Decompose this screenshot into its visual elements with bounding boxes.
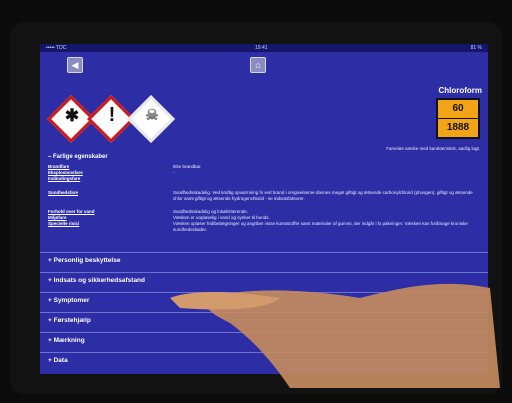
exclamation-glyph: ! [108, 104, 116, 126]
battery-label: 81 % [470, 45, 482, 51]
un-number: 1888 [446, 122, 470, 133]
status-bar: ••••• TDC 19:41 81 % [40, 44, 488, 52]
property-label[interactable]: Specielle risici [48, 221, 158, 227]
accordion-label: Mærkning [53, 337, 85, 344]
property-row: Sundhedsfare Sundhedsskadelig. Ved kraft… [48, 190, 478, 209]
carrier-label: ••••• TDC [46, 45, 67, 51]
section-title: Farlige egenskaber [53, 154, 108, 160]
accordion-label: Data [53, 357, 68, 364]
property-value: Sundhedsskadelig. Ved kraftig opvarmning… [173, 190, 473, 201]
property-row: Indåndingsfare [48, 176, 478, 190]
substance-description: Farveløs væske med karakteristisk, sødli… [386, 146, 480, 151]
kemler-code: 60 [438, 100, 478, 119]
hazard-pictograms: ✱ ! ☠ [46, 94, 176, 144]
accordion-label: Personlig beskyttelse [53, 257, 121, 264]
accordion-label: Symptomer [53, 297, 90, 304]
property-label[interactable]: Sundhedsfare [48, 190, 158, 196]
skull-glyph: ☠ [145, 107, 159, 124]
property-label[interactable]: Indåndingsfare [48, 176, 158, 182]
accordion-label: Indsats og sikkerhedsafstand [53, 277, 145, 284]
section-header-hazards[interactable]: – Farlige egenskaber [48, 154, 108, 160]
pointing-hand [170, 283, 500, 388]
top-navbar: ◀ ⌂ [40, 52, 488, 76]
substance-name: Chloroform [438, 86, 482, 95]
home-button[interactable]: ⌂ [250, 57, 266, 73]
back-button[interactable]: ◀ [67, 57, 83, 73]
accordion-personal-protection[interactable]: + Personlig beskyttelse [40, 252, 488, 267]
accordion-label: Førstehjælp [53, 317, 91, 324]
property-row: Specielle risici Væsken opløser fedtbelæ… [48, 221, 478, 235]
adr-placard: 60 1888 [436, 98, 480, 139]
clock-label: 19:41 [255, 45, 268, 51]
properties-list: Brandfare Ikke brandbar. Eksplosionsfare… [48, 164, 478, 235]
health-hazard-glyph: ✱ [64, 106, 80, 125]
property-value: Væsken opløser fedtbelægninger og angrib… [173, 221, 468, 232]
